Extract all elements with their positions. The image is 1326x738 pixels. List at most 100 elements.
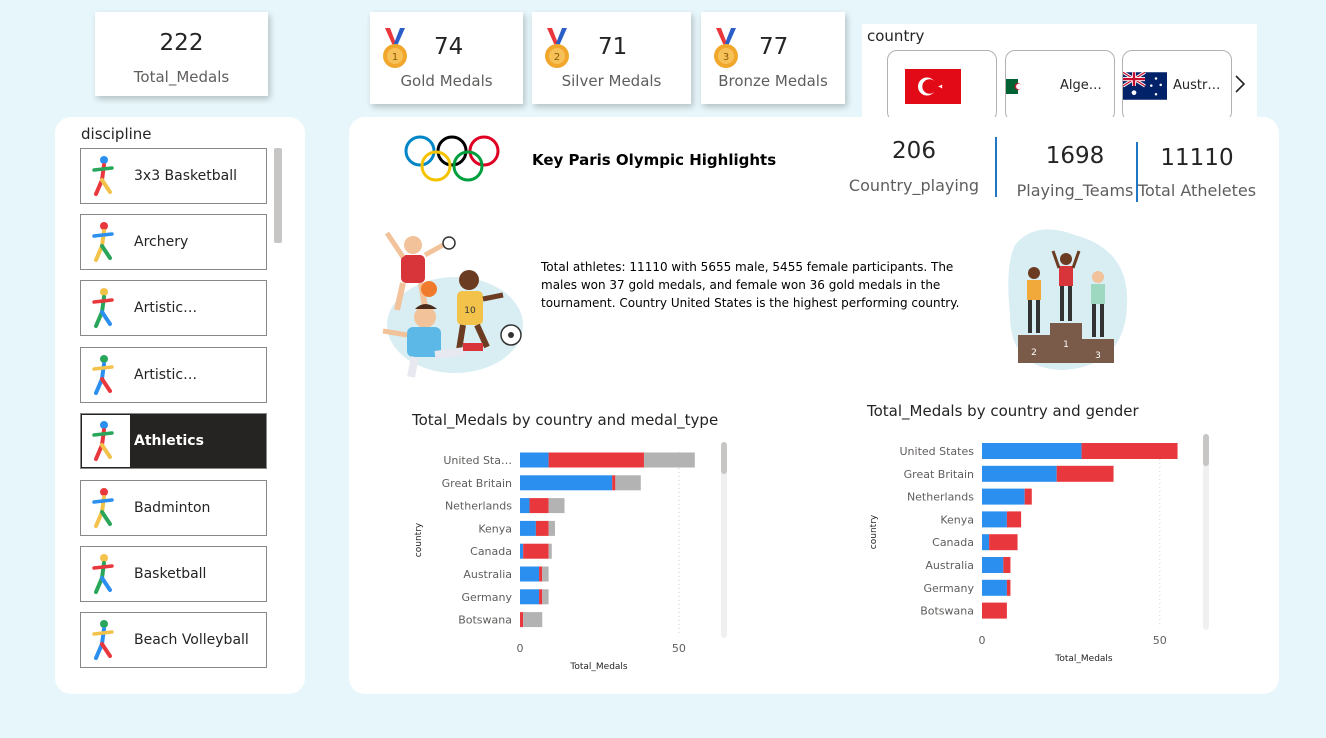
silver-medal-icon: 2 [545,28,569,68]
gold-medals-label: Gold Medals [400,72,493,90]
bar-segment [982,579,1007,596]
y-axis-title: country [869,514,879,549]
bar-segment [529,498,549,514]
bar-segment [520,612,524,628]
swimming-icon [82,349,130,401]
country-slicer: country Alge… Austr… [862,24,1257,122]
x-tick-label: 50 [672,642,686,655]
bar-segment [982,465,1057,482]
y-category-label: Germany [461,591,512,604]
chart-gender-title: Total_Medals by country and gender [867,402,1139,420]
australia-flag-icon [1123,72,1167,100]
discipline-item-label: Basketball [134,566,207,582]
discipline-item[interactable]: Athletics [80,413,267,469]
bar-segment [982,511,1007,528]
basketball-icon [82,548,130,600]
chart-scrollbar-thumb [1203,434,1209,466]
stat-divider [995,137,997,197]
highlights-summary: Total athletes: 11110 with 5655 male, 54… [541,260,960,310]
basketball-icon [82,150,130,202]
bar-segment [548,520,555,536]
countries-playing-value: 206 [892,138,936,164]
bronze-medal-icon: 3 [714,28,738,68]
total-medals-value: 222 [159,30,204,56]
country-slicer-title: country [867,27,925,45]
total-athletes-value: 11110 [1160,145,1234,171]
y-category-label: Great Britain [442,477,512,490]
x-tick-label: 0 [979,634,986,647]
discipline-item[interactable]: Badminton [80,480,267,536]
bar-segment [1081,443,1178,459]
bar-segment [1024,488,1032,505]
y-category-label: Germany [923,582,974,595]
chevron-right-icon[interactable] [1233,74,1247,94]
total-medals-card: 222 Total_Medals [95,12,268,96]
silver-medals-value: 71 [598,34,628,60]
x-axis-title: Total_Medals [1054,654,1113,664]
bar-segment [548,543,552,559]
svg-text:10: 10 [464,306,476,316]
discipline-item[interactable]: Beach Volleyball [80,612,267,668]
bar-segment [643,452,695,468]
discipline-item-label: Athletics [134,433,204,449]
chart-scrollbar-thumb [721,442,727,474]
playing-teams-label: Playing_Teams [1016,181,1134,200]
discipline-item[interactable]: Archery [80,214,267,270]
discipline-item[interactable]: 3x3 Basketball [80,148,267,204]
medal-type-bar-chart: 0 50 United Sta… Great Britain Netherlands Ke… [414,442,727,672]
athletes-illustration: 10 [382,231,523,378]
bar-segment [989,534,1018,551]
y-axis-title: country [414,522,424,557]
country-tile-label: Alge… [1060,78,1102,93]
running-icon [82,415,130,467]
bronze-medals-value: 77 [759,34,789,60]
discipline-item[interactable]: Artistic… [80,280,267,336]
bar-segment [982,602,1007,619]
bar-segment [982,557,1004,573]
podium-label-1: 1 [1063,340,1069,350]
svg-text:1: 1 [392,52,398,63]
discipline-item-label: Artistic… [134,367,198,383]
discipline-item-label: Badminton [134,500,211,516]
bar-segment [535,520,549,536]
gold-medals-card: 1 74 Gold Medals [370,12,523,104]
bar-segment [548,452,644,468]
discipline-scrollbar[interactable] [274,148,282,243]
podium-label-3: 3 [1095,351,1101,361]
y-category-label: Canada [470,545,512,558]
discipline-item[interactable]: Basketball [80,546,267,602]
discipline-item[interactable]: Artistic… [80,347,267,403]
y-category-label: Netherlands [445,500,512,513]
bar-segment [539,589,543,605]
country-tile-algeria[interactable]: Alge… [1005,50,1115,122]
x-tick-label: 0 [517,642,524,655]
bar-segment [520,520,536,536]
y-category-label: Australia [925,559,974,572]
silver-medals-card: 2 71 Silver Medals [532,12,691,104]
y-category-label: United States [900,445,975,458]
country-tile-australia[interactable]: Austr… [1122,50,1232,122]
bronze-medals-label: Bronze Medals [718,72,828,90]
y-category-label: Kenya [940,513,974,526]
silver-medals-label: Silver Medals [561,72,662,90]
bar-segment [612,475,616,491]
bar-segment [520,452,549,468]
y-category-label: Australia [463,568,512,581]
gold-medal-icon: 1 [383,28,407,68]
volleyball-icon [82,614,130,666]
country-tile-turkey[interactable] [887,50,997,122]
discipline-item-label: 3x3 Basketball [134,168,237,184]
y-category-label: Canada [932,536,974,549]
bar-segment [1006,579,1011,596]
y-category-label: Botswana [920,605,974,618]
archery-icon [82,216,130,268]
algeria-flag-icon [1006,79,1030,94]
bar-segment [542,566,549,582]
olympic-rings-icon [404,135,500,182]
podium-label-2: 2 [1031,348,1037,358]
bar-segment [982,488,1025,505]
bar-segment [520,498,530,514]
bronze-medals-card: 3 77 Bronze Medals [701,12,845,104]
y-category-label: Netherlands [907,491,974,504]
total-athletes-label: Total Atheletes [1137,181,1257,200]
